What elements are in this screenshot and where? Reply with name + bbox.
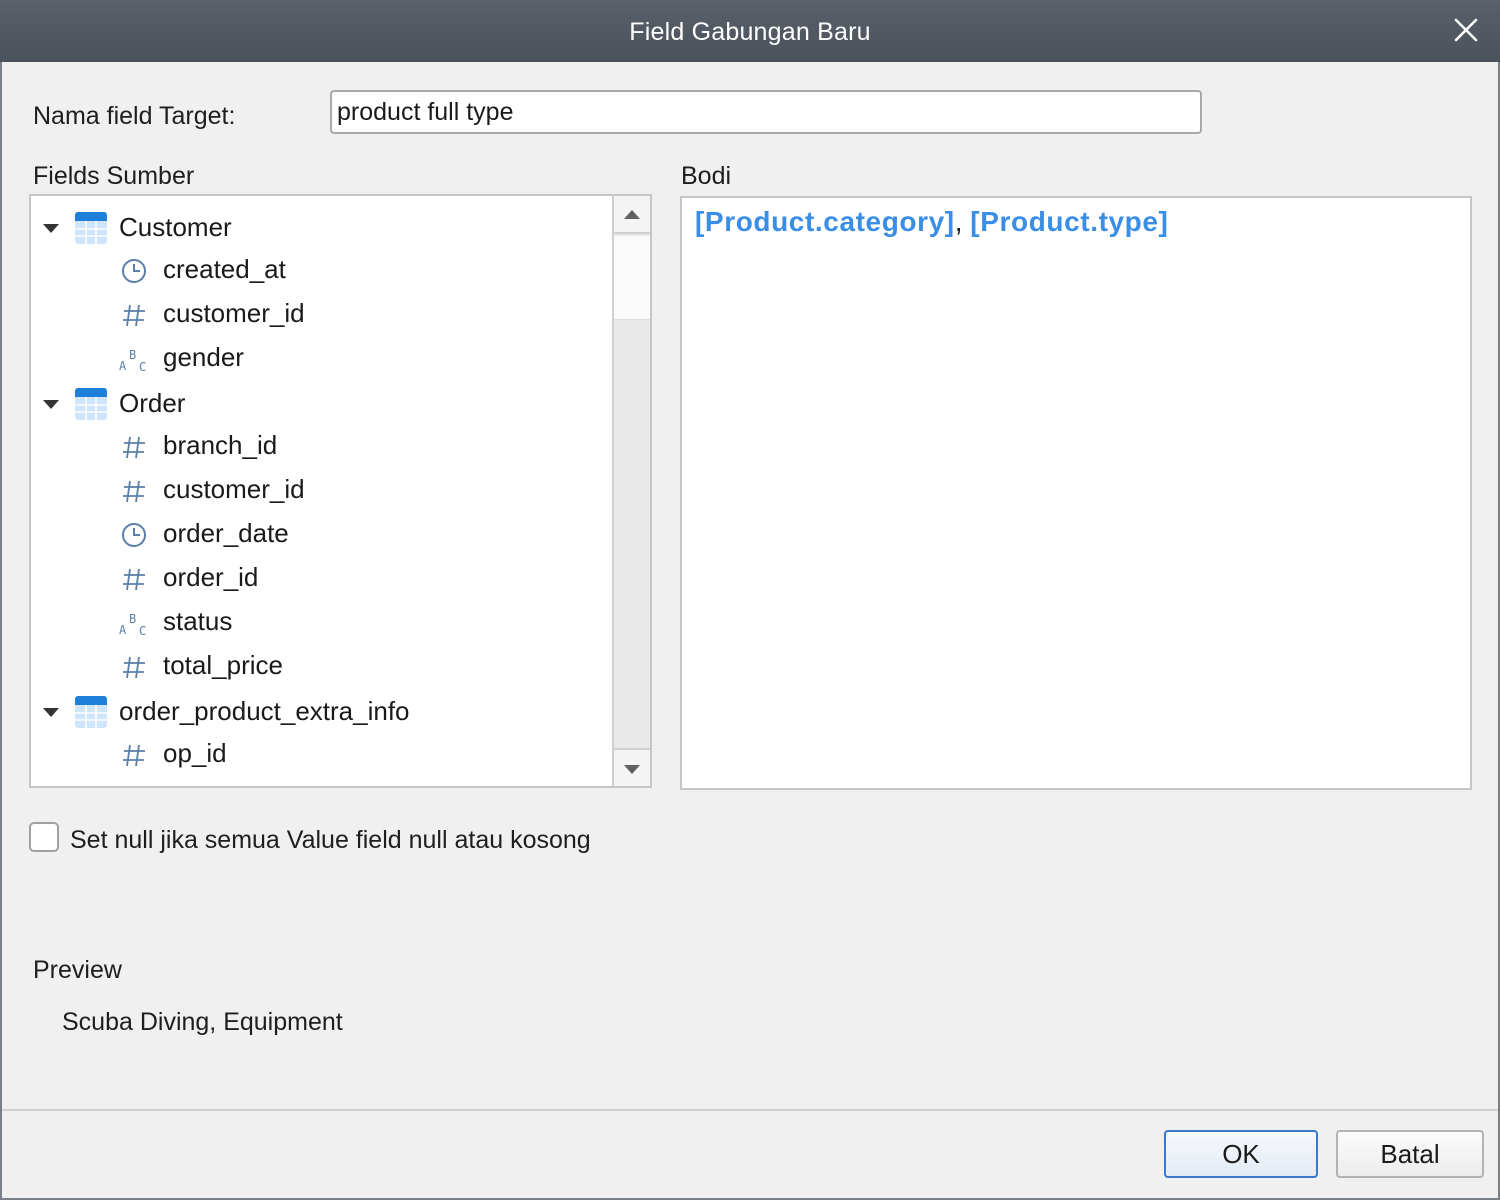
svg-text:C: C <box>139 360 146 374</box>
tree-field-row[interactable]: customer_id <box>31 294 611 334</box>
svg-text:A: A <box>119 359 127 373</box>
source-fields-label: Fields Sumber <box>33 162 195 190</box>
svg-text:A: A <box>119 623 127 637</box>
vertical-scrollbar[interactable] <box>612 196 650 786</box>
tree-field-label: status <box>163 606 233 636</box>
preview-label: Preview <box>33 956 122 984</box>
token-separator: , <box>954 206 971 237</box>
tree-field-label: created_at <box>163 254 286 284</box>
tree-field-row[interactable]: order_date <box>31 514 611 554</box>
svg-text:B: B <box>129 612 136 626</box>
ok-button[interactable]: OK <box>1164 1130 1318 1178</box>
tree-group-label: Order <box>119 388 186 418</box>
title-bar: Field Gabungan Baru <box>0 0 1500 62</box>
tree-field-row[interactable]: op_id <box>31 734 611 774</box>
cancel-button[interactable]: Batal <box>1336 1130 1484 1178</box>
number-icon <box>119 300 149 330</box>
tree-field-row[interactable]: branch_id <box>31 426 611 466</box>
scroll-down-button[interactable] <box>614 748 650 786</box>
null-option-label[interactable]: Set null jika semua Value field null ata… <box>70 826 591 855</box>
expand-caret-icon[interactable] <box>43 400 59 409</box>
tree-group-label: order_product_extra_info <box>119 696 410 726</box>
text-icon: ABC <box>119 608 149 638</box>
tree-field-row[interactable]: A B Cgender <box>31 338 611 378</box>
expand-caret-icon[interactable] <box>43 708 59 717</box>
tree-field-row[interactable]: A B Cstatus <box>31 602 611 642</box>
tree-group-label: Customer <box>119 212 232 242</box>
clock-icon <box>119 520 149 550</box>
table-icon <box>75 212 107 244</box>
target-field-label: Nama field Target: <box>33 102 236 130</box>
tree-field-label: order_date <box>163 518 289 548</box>
number-icon <box>119 476 149 506</box>
footer-divider <box>2 1109 1498 1111</box>
tree-field-label: op_id <box>163 738 227 768</box>
preview-value: Scuba Diving, Equipment <box>62 1008 343 1036</box>
svg-text:B: B <box>129 348 136 362</box>
body-expression-editor[interactable]: [Product.category], [Product.type] <box>680 196 1472 790</box>
tree-field-label: branch_id <box>163 430 278 460</box>
tree-field-row[interactable]: created_at <box>31 250 611 290</box>
tree-group-row[interactable]: Order <box>31 384 611 424</box>
tree-field-label: customer_id <box>163 474 305 504</box>
table-icon <box>75 388 107 420</box>
tree-field-label: gender <box>163 342 244 372</box>
tree-group-row[interactable]: order_product_extra_info <box>31 692 611 732</box>
number-icon <box>119 740 149 770</box>
svg-text:C: C <box>139 624 146 638</box>
scroll-thumb[interactable] <box>614 236 650 320</box>
expand-caret-icon[interactable] <box>43 224 59 233</box>
tree-field-row[interactable]: order_id <box>31 558 611 598</box>
target-field-input[interactable] <box>330 90 1202 134</box>
source-fields-tree[interactable]: Customer created_at customer_id A B Cgender Or… <box>29 194 652 788</box>
number-icon <box>119 564 149 594</box>
tree-group-row[interactable]: Customer <box>31 208 611 248</box>
number-icon <box>119 432 149 462</box>
tree-field-row[interactable]: total_price <box>31 646 611 686</box>
close-icon[interactable] <box>1450 14 1482 46</box>
field-token[interactable]: [Product.category] <box>695 206 955 237</box>
dialog-title: Field Gabungan Baru <box>629 18 871 46</box>
scroll-up-button[interactable] <box>614 196 650 234</box>
number-icon <box>119 652 149 682</box>
null-option-checkbox[interactable] <box>29 822 59 852</box>
tree-field-label: order_id <box>163 562 259 592</box>
text-icon: ABC <box>119 344 149 374</box>
body-label: Bodi <box>681 162 732 190</box>
tree-field-label: total_price <box>163 650 283 680</box>
table-icon <box>75 696 107 728</box>
clock-icon <box>119 256 149 286</box>
tree-field-row[interactable]: customer_id <box>31 470 611 510</box>
tree-field-label: customer_id <box>163 298 305 328</box>
field-token[interactable]: [Product.type] <box>970 206 1168 237</box>
